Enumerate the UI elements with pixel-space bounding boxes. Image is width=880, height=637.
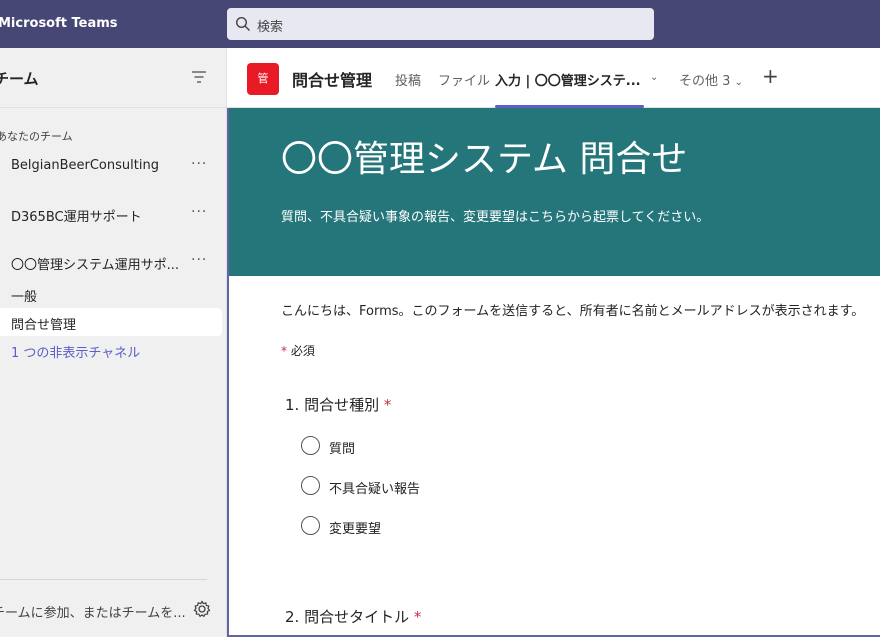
required-star: * (413, 608, 422, 626)
hidden-channels-label: 1 つの非表示チャネル (11, 346, 141, 361)
search-placeholder[interactable]: 検索 (257, 16, 283, 35)
radio-button[interactable] (301, 516, 320, 535)
search-box[interactable]: 検索 (227, 8, 654, 40)
team-name: BelgianBeerConsulting (11, 158, 159, 173)
question-label: 1. 問合せ種別 (285, 396, 380, 414)
channel-item-general[interactable]: 一般 (0, 280, 222, 308)
option-label: 不具合疑い報告 (329, 482, 421, 497)
app-title: Microsoft Teams (0, 16, 118, 31)
join-create-team-link[interactable]: チームに参加、またはチームを... (0, 602, 186, 621)
tab-files[interactable]: ファイル (438, 70, 490, 89)
required-label: 必須 (290, 344, 315, 358)
channel-name: 一般 (11, 290, 38, 305)
more-options-icon[interactable]: ··· (191, 156, 207, 172)
form-title: 〇〇管理システム 問合せ (281, 139, 688, 180)
option-label: 質問 (329, 442, 356, 457)
section-your-teams: あなたのチーム (0, 130, 73, 143)
required-star: * (383, 396, 392, 414)
radio-button[interactable] (301, 436, 320, 455)
chevron-down-icon: ⌄ (734, 77, 743, 88)
team-name: 〇〇管理システム運用サポ... (11, 258, 180, 273)
channel-header: 管 問合せ管理 投稿 ファイル 入力 | 〇〇管理システ... ⌄ その他 3 … (227, 48, 880, 108)
channel-name: 問合せ管理 (11, 318, 77, 333)
sidebar-divider (0, 579, 207, 580)
more-options-icon[interactable]: ··· (191, 204, 207, 220)
top-bar: Microsoft Teams 検索 (0, 0, 880, 48)
team-item-management-system[interactable]: 〇〇管理システム運用サポ... ··· (0, 246, 226, 278)
search-icon (235, 16, 250, 31)
tab-more-label: その他 3 (679, 74, 731, 89)
question-label: 2. 問合せタイトル (285, 608, 410, 626)
required-star: * (281, 344, 287, 358)
more-options-icon[interactable]: ··· (191, 252, 207, 268)
team-name: D365BC運用サポート (11, 210, 142, 225)
channel-avatar: 管 (247, 63, 279, 95)
tab-forms[interactable]: 入力 | 〇〇管理システ... (495, 70, 641, 89)
team-item-d365bc[interactable]: D365BC運用サポート ··· (0, 198, 226, 230)
channel-title: 問合せ管理 (292, 71, 373, 90)
form-banner: 〇〇管理システム 問合せ 質問、不具合疑い事象の報告、変更要望はこちらから起票し… (229, 108, 880, 276)
required-note: * 必須 (281, 342, 315, 359)
option-label: 変更要望 (329, 522, 382, 537)
tab-more[interactable]: その他 3 ⌄ (679, 70, 743, 89)
add-tab-icon[interactable]: + (762, 64, 779, 88)
form-description: 質問、不具合疑い事象の報告、変更要望はこちらから起票してください。 (281, 210, 710, 225)
chevron-down-icon[interactable]: ⌄ (650, 72, 658, 83)
teams-window: Microsoft Teams 検索 チーム あなたのチーム BelgianBe… (0, 0, 880, 637)
tab-posts[interactable]: 投稿 (395, 70, 421, 89)
sidebar-header: チーム (0, 48, 226, 108)
channel-item-inquiry[interactable]: 問合せ管理 (0, 308, 222, 336)
filter-icon[interactable] (191, 70, 207, 84)
radio-button[interactable] (301, 476, 320, 495)
form-intro: こんにちは、Forms。このフォームを送信すると、所有者に名前とメールアドレスが… (281, 304, 865, 319)
sidebar-title: チーム (0, 70, 39, 88)
teams-sidebar: チーム あなたのチーム BelgianBeerConsulting ··· D3… (0, 48, 227, 637)
hidden-channels-link[interactable]: 1 つの非表示チャネル (0, 336, 222, 364)
question-1: 1. 問合せ種別 * (285, 394, 391, 415)
question-2: 2. 問合せタイトル * (285, 606, 421, 627)
form-content: 〇〇管理システム 問合せ 質問、不具合疑い事象の報告、変更要望はこちらから起票し… (227, 108, 880, 637)
team-item-belgianbeer[interactable]: BelgianBeerConsulting ··· (0, 150, 226, 182)
gear-icon[interactable] (193, 600, 211, 618)
